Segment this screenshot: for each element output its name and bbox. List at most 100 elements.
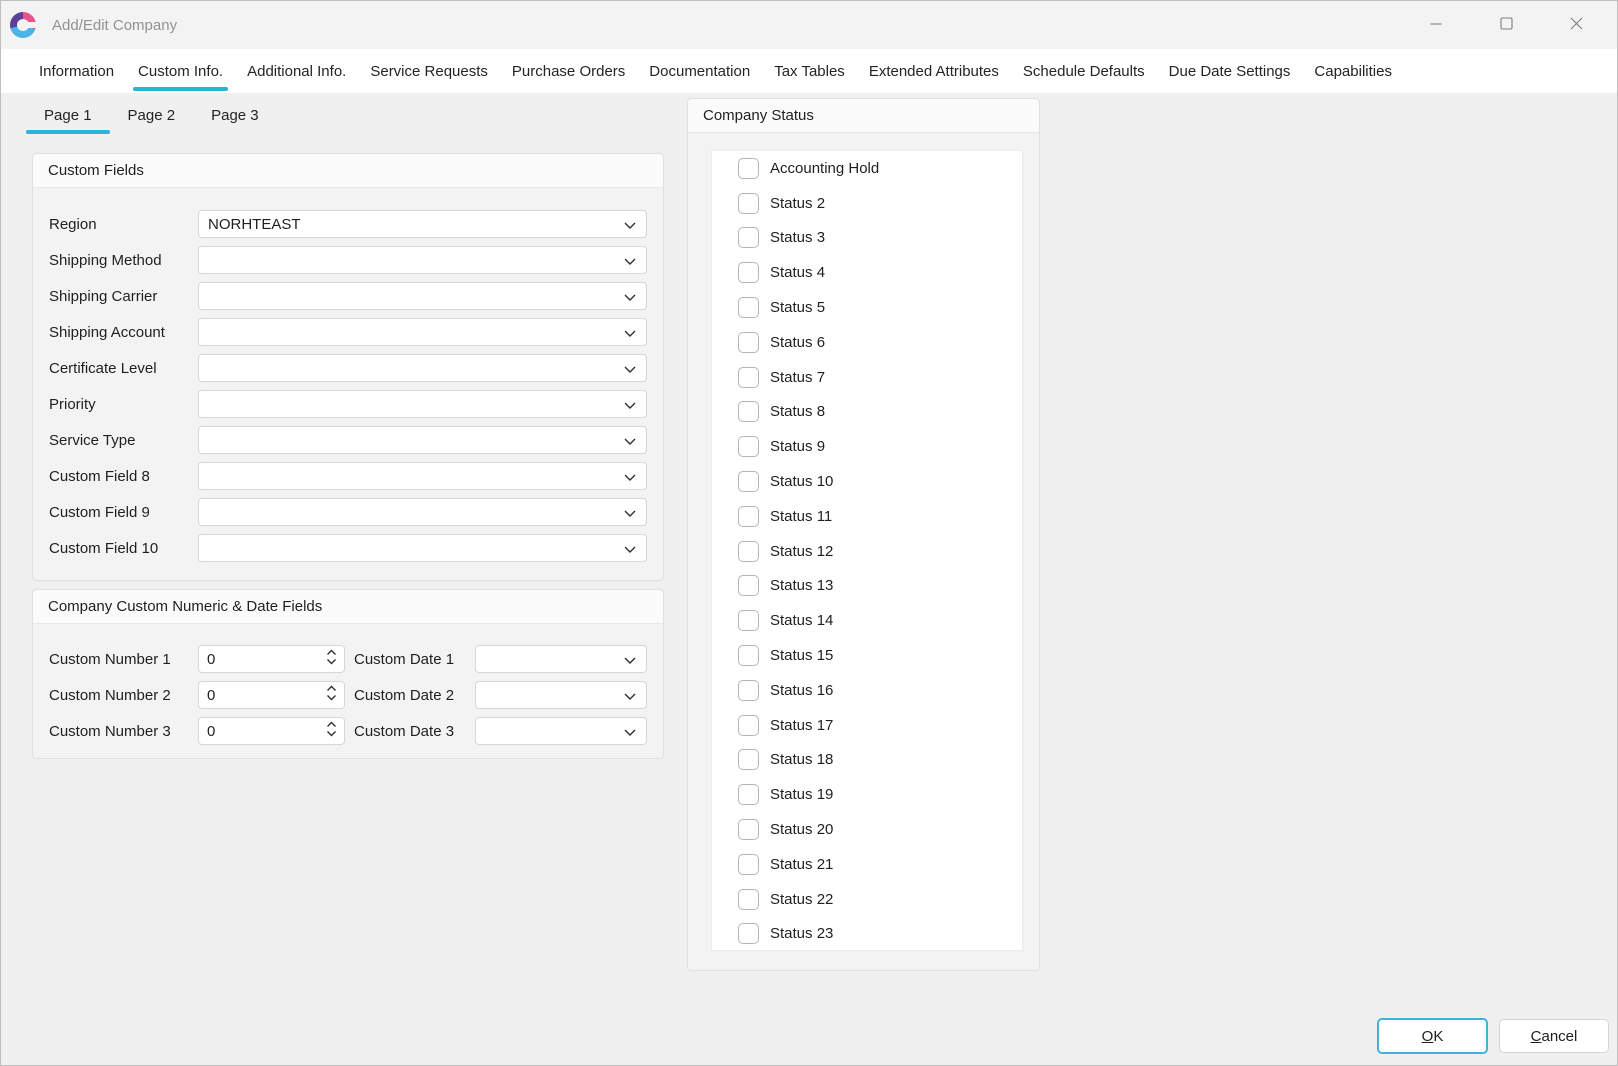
status-checkbox[interactable] — [738, 506, 759, 527]
field-dropdown-custom-field-8[interactable] — [198, 462, 647, 490]
status-checkbox[interactable] — [738, 923, 759, 944]
status-row-status-15[interactable]: Status 15 — [712, 638, 1022, 673]
status-row-status-17[interactable]: Status 17 — [712, 708, 1022, 743]
status-row-status-10[interactable]: Status 10 — [712, 464, 1022, 499]
status-checkbox[interactable] — [738, 784, 759, 805]
status-checkbox[interactable] — [738, 401, 759, 422]
status-row-status-20[interactable]: Status 20 — [712, 812, 1022, 847]
tab-extended-attributes[interactable]: Extended Attributes — [857, 49, 1011, 93]
custom-fields-panel: Custom Fields Region NORHTEAST Shipping … — [32, 153, 664, 581]
status-row-status-5[interactable]: Status 5 — [712, 290, 1022, 325]
status-checkbox[interactable] — [738, 193, 759, 214]
minimize-button[interactable] — [1401, 1, 1471, 49]
tab-information[interactable]: Information — [27, 49, 126, 93]
number-input-custom-number-2[interactable]: 0 — [198, 681, 345, 709]
number-input-custom-number-1[interactable]: 0 — [198, 645, 345, 673]
status-row-status-21[interactable]: Status 21 — [712, 847, 1022, 882]
field-dropdown-shipping-method[interactable] — [198, 246, 647, 274]
tab-due-date-settings[interactable]: Due Date Settings — [1157, 49, 1303, 93]
tab-purchase-orders[interactable]: Purchase Orders — [500, 49, 637, 93]
close-button[interactable] — [1541, 1, 1611, 49]
status-checkbox[interactable] — [738, 262, 759, 283]
maximize-icon — [1500, 17, 1513, 34]
tab-tax-tables[interactable]: Tax Tables — [762, 49, 857, 93]
field-dropdown-shipping-account[interactable] — [198, 318, 647, 346]
status-checkbox[interactable] — [738, 854, 759, 875]
field-dropdown-priority[interactable] — [198, 390, 647, 418]
status-label: Status 12 — [770, 543, 833, 560]
status-label: Status 7 — [770, 369, 825, 386]
date-dropdown-custom-date-2[interactable] — [475, 681, 647, 709]
status-row-status-3[interactable]: Status 3 — [712, 221, 1022, 256]
tab-service-requests[interactable]: Service Requests — [358, 49, 500, 93]
field-dropdown-region[interactable]: NORHTEAST — [198, 210, 647, 238]
status-row-status-23[interactable]: Status 23 — [712, 917, 1022, 951]
titlebar: Add/Edit Company — [1, 1, 1617, 49]
field-dropdown-custom-field-9[interactable] — [198, 498, 647, 526]
chevron-down-icon — [624, 651, 636, 668]
status-checkbox[interactable] — [738, 227, 759, 248]
field-label: Region — [49, 216, 198, 233]
tab-documentation[interactable]: Documentation — [637, 49, 762, 93]
date-label: Custom Date 1 — [354, 651, 475, 668]
spinner-icon[interactable] — [326, 684, 337, 706]
status-row-status-18[interactable]: Status 18 — [712, 743, 1022, 778]
status-checkbox[interactable] — [738, 297, 759, 318]
status-label: Status 2 — [770, 195, 825, 212]
status-checkbox[interactable] — [738, 367, 759, 388]
maximize-button[interactable] — [1471, 1, 1541, 49]
status-row-status-22[interactable]: Status 22 — [712, 882, 1022, 917]
field-dropdown-custom-field-10[interactable] — [198, 534, 647, 562]
spinner-icon[interactable] — [326, 648, 337, 670]
status-checkbox[interactable] — [738, 889, 759, 910]
numeric-date-panel: Company Custom Numeric & Date Fields Cus… — [32, 589, 664, 759]
field-dropdown-certificate-level[interactable] — [198, 354, 647, 382]
status-checkbox[interactable] — [738, 680, 759, 701]
status-checkbox[interactable] — [738, 471, 759, 492]
status-row-accounting-hold[interactable]: Accounting Hold — [712, 151, 1022, 186]
status-row-status-4[interactable]: Status 4 — [712, 255, 1022, 290]
status-checkbox[interactable] — [738, 610, 759, 631]
status-row-status-13[interactable]: Status 13 — [712, 569, 1022, 604]
field-dropdown-shipping-carrier[interactable] — [198, 282, 647, 310]
company-status-panel-title: Company Status — [688, 99, 1039, 133]
status-checkbox[interactable] — [738, 575, 759, 596]
status-row-status-9[interactable]: Status 9 — [712, 429, 1022, 464]
page-tab-page-2[interactable]: Page 2 — [110, 101, 194, 129]
status-checkbox[interactable] — [738, 819, 759, 840]
status-row-status-2[interactable]: Status 2 — [712, 186, 1022, 221]
status-checkbox[interactable] — [738, 158, 759, 179]
status-row-status-8[interactable]: Status 8 — [712, 395, 1022, 430]
number-input-custom-number-3[interactable]: 0 — [198, 717, 345, 745]
status-row-status-7[interactable]: Status 7 — [712, 360, 1022, 395]
page-tab-page-3[interactable]: Page 3 — [193, 101, 277, 129]
cancel-button[interactable]: Cancel — [1499, 1019, 1609, 1053]
status-checkbox[interactable] — [738, 436, 759, 457]
status-checkbox[interactable] — [738, 715, 759, 736]
numeric-date-row: Custom Number 3 0 Custom Date 3 — [33, 717, 663, 745]
status-row-status-19[interactable]: Status 19 — [712, 777, 1022, 812]
tab-schedule-defaults[interactable]: Schedule Defaults — [1011, 49, 1157, 93]
status-row-status-12[interactable]: Status 12 — [712, 534, 1022, 569]
status-checkbox[interactable] — [738, 749, 759, 770]
date-dropdown-custom-date-1[interactable] — [475, 645, 647, 673]
status-row-status-14[interactable]: Status 14 — [712, 603, 1022, 638]
field-dropdown-service-type[interactable] — [198, 426, 647, 454]
tab-custom-info[interactable]: Custom Info. — [126, 49, 235, 93]
ok-button[interactable]: OK — [1377, 1018, 1488, 1054]
status-label: Status 20 — [770, 821, 833, 838]
tab-capabilities[interactable]: Capabilities — [1302, 49, 1404, 93]
status-checkbox[interactable] — [738, 645, 759, 666]
status-row-status-11[interactable]: Status 11 — [712, 499, 1022, 534]
status-row-status-16[interactable]: Status 16 — [712, 673, 1022, 708]
tab-additional-info[interactable]: Additional Info. — [235, 49, 358, 93]
status-checkbox[interactable] — [738, 332, 759, 353]
status-row-status-6[interactable]: Status 6 — [712, 325, 1022, 360]
status-checkbox[interactable] — [738, 541, 759, 562]
spinner-icon[interactable] — [326, 720, 337, 742]
date-dropdown-custom-date-3[interactable] — [475, 717, 647, 745]
chevron-down-icon — [624, 324, 636, 341]
caption-buttons — [1401, 1, 1611, 49]
page-tab-page-1[interactable]: Page 1 — [26, 101, 110, 129]
status-label: Status 17 — [770, 717, 833, 734]
